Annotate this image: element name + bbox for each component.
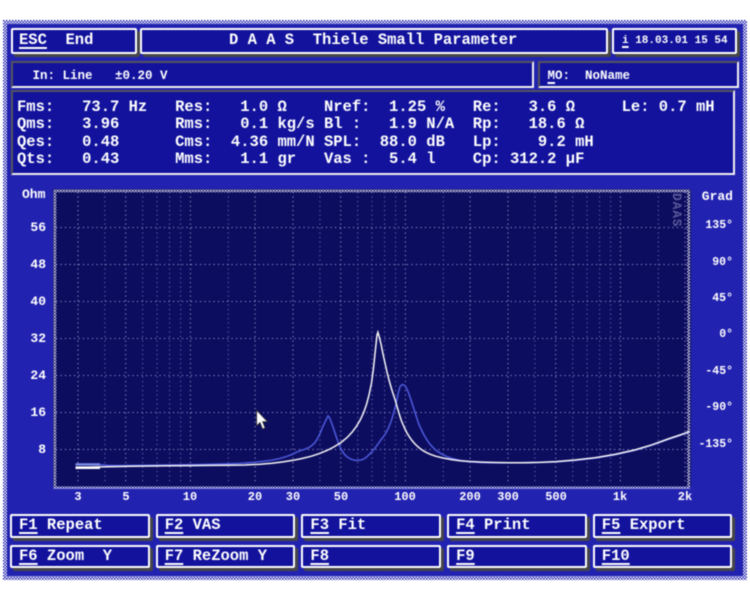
svg-text:DAAS: DAAS (669, 193, 684, 227)
